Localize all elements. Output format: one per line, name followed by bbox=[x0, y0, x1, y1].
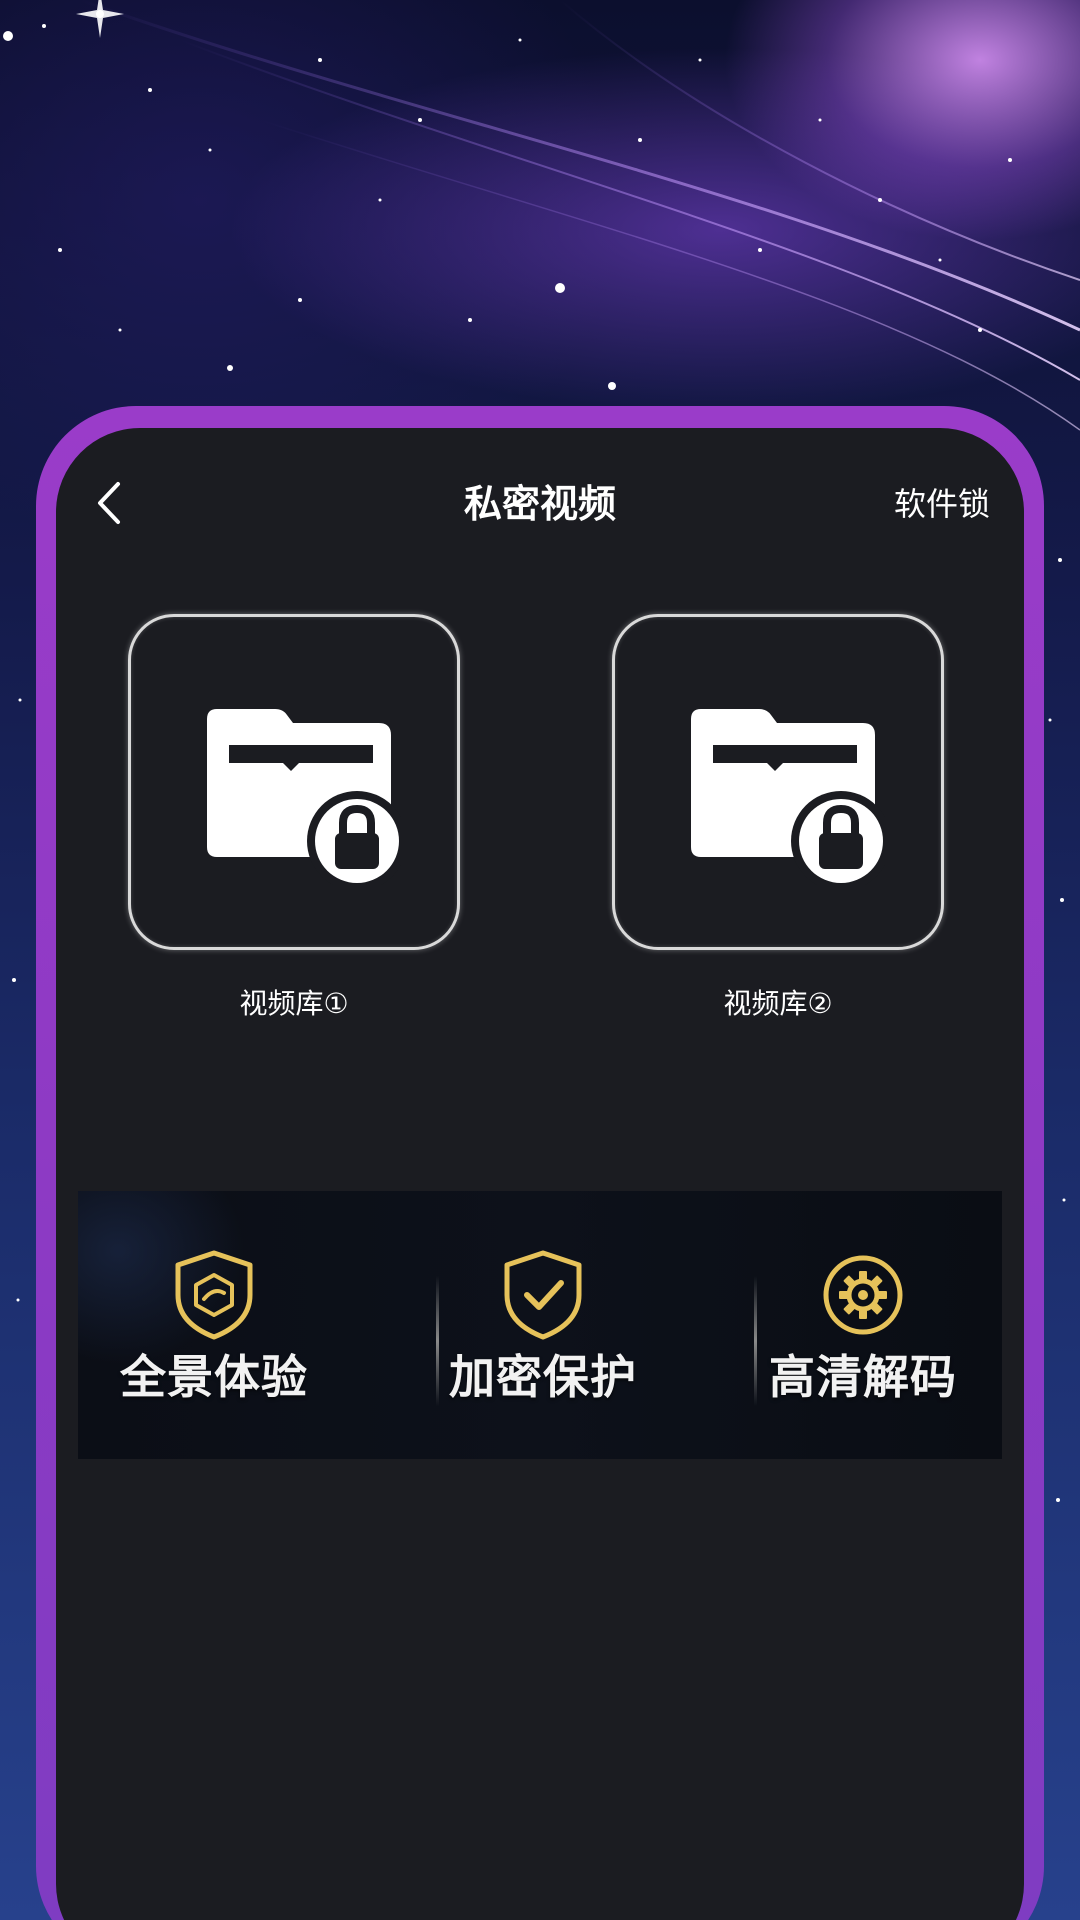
shield-icon bbox=[175, 1250, 253, 1340]
feature-label: 加密保护 bbox=[449, 1350, 637, 1404]
page-title: 私密视频 bbox=[463, 482, 616, 526]
feature-label: 全景体验 bbox=[120, 1350, 308, 1404]
library-tile[interactable] bbox=[128, 614, 460, 950]
top-bar: 私密视频 软件锁 bbox=[56, 428, 1024, 573]
gear-icon bbox=[823, 1255, 903, 1335]
library-tile[interactable] bbox=[612, 614, 944, 950]
video-library-2[interactable]: 视频库② bbox=[612, 614, 948, 1022]
video-library-1[interactable]: 视频库① bbox=[128, 614, 464, 1022]
features-banner: 全景体验 加密保护 高清解码 bbox=[78, 1191, 1002, 1459]
feature-label: 高清解码 bbox=[769, 1350, 957, 1404]
feature-panorama: 全景体验 bbox=[104, 1249, 324, 1407]
folder-lock-icon bbox=[207, 709, 401, 885]
shield-check-icon bbox=[504, 1250, 582, 1340]
library-label: 视频库② bbox=[723, 987, 833, 1020]
folder-lock-icon bbox=[691, 709, 885, 885]
app-screen: 私密视频 软件锁 视频库① 视频库② 全景体验 加密保护 高清解码 bbox=[0, 0, 1080, 1920]
feature-encryption: 加密保护 bbox=[433, 1249, 653, 1407]
main-card: 私密视频 软件锁 视频库① 视频库② 全景体验 加密保护 高清解码 bbox=[56, 428, 1024, 1920]
software-lock-button[interactable]: 软件锁 bbox=[894, 482, 990, 526]
library-label: 视频库① bbox=[239, 987, 349, 1020]
feature-hd-decode: 高清解码 bbox=[753, 1249, 973, 1407]
